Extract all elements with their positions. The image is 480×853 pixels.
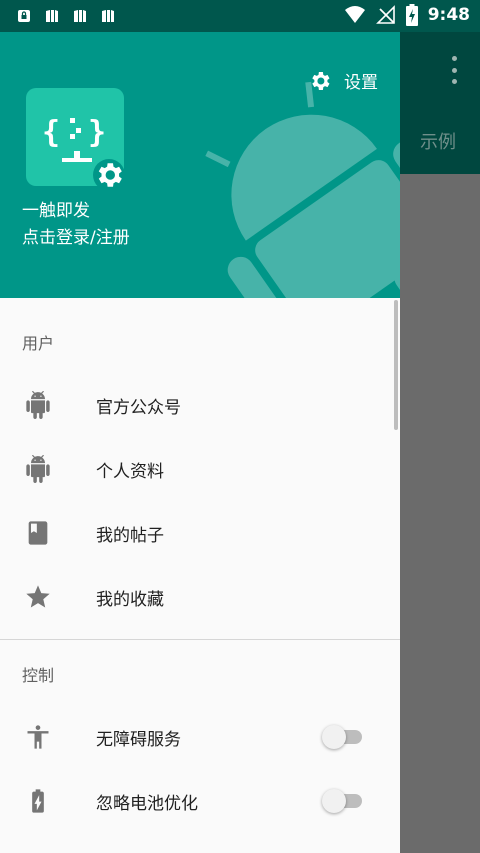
overflow-menu-icon[interactable]: [450, 56, 458, 84]
accessibility-toggle[interactable]: [322, 724, 364, 750]
status-bar: 9:48: [0, 0, 480, 32]
sim-notification-icon: [102, 10, 114, 22]
battery-charging-icon: [405, 4, 418, 26]
menu-item-favorites[interactable]: 我的收藏: [0, 565, 400, 629]
menu-item-label: 无障碍服务: [96, 729, 181, 750]
settings-label: 设置: [344, 73, 378, 93]
wifi-icon: [344, 6, 365, 23]
settings-button[interactable]: 设置: [308, 68, 378, 93]
no-signal-icon: [375, 5, 395, 24]
sim-notification-icon: [46, 10, 58, 22]
android-icon: [26, 455, 50, 483]
menu-item-label: 我的帖子: [96, 525, 164, 546]
toggle-thumb: [322, 789, 346, 813]
menu-item-label: 忽略电池优化: [96, 793, 198, 814]
drawer-header: 设置 { } 一触即发 点击登录/注册: [0, 32, 400, 298]
menu-item-battery-optimization[interactable]: 忽略电池优化: [0, 769, 400, 833]
gear-badge-icon: [93, 159, 125, 191]
lock-notification-icon: [18, 10, 30, 22]
menu-item-profile[interactable]: 个人资料: [0, 437, 400, 501]
gear-icon: [312, 71, 330, 90]
navigation-drawer: 设置 { } 一触即发 点击登录/注册 用户 官方公众号 个人资料 我的帖子 我…: [0, 32, 400, 853]
menu-item-my-posts[interactable]: 我的帖子: [0, 501, 400, 565]
status-time: 9:48: [427, 5, 470, 25]
star-icon: [26, 585, 50, 608]
menu-item-label: 官方公众号: [96, 397, 181, 418]
accessibility-icon: [27, 725, 49, 749]
section-title-user: 用户: [22, 334, 55, 353]
menu-item-label: 个人资料: [96, 461, 164, 482]
svg-text:}: }: [88, 115, 106, 150]
system-icons: 9:48: [344, 4, 470, 26]
notification-icons: [16, 8, 116, 24]
menu-item-official-account[interactable]: 官方公众号: [0, 373, 400, 437]
sim-notification-icon: [74, 10, 86, 22]
tab-examples[interactable]: 示例: [420, 128, 456, 154]
section-title-control: 控制: [22, 666, 55, 685]
book-icon: [28, 521, 48, 545]
menu-item-accessibility-service[interactable]: 无障碍服务: [0, 705, 400, 769]
menu-item-label: 我的收藏: [96, 589, 164, 610]
battery-icon: [32, 789, 44, 813]
section-divider: [0, 639, 400, 640]
battery-optimization-toggle[interactable]: [322, 788, 364, 814]
android-watermark-icon: [205, 81, 400, 298]
toggle-thumb: [322, 725, 346, 749]
login-register-link[interactable]: 点击登录/注册: [22, 223, 130, 248]
android-icon: [26, 391, 50, 419]
app-name: 一触即发: [22, 201, 90, 221]
svg-text:{: {: [42, 115, 60, 150]
